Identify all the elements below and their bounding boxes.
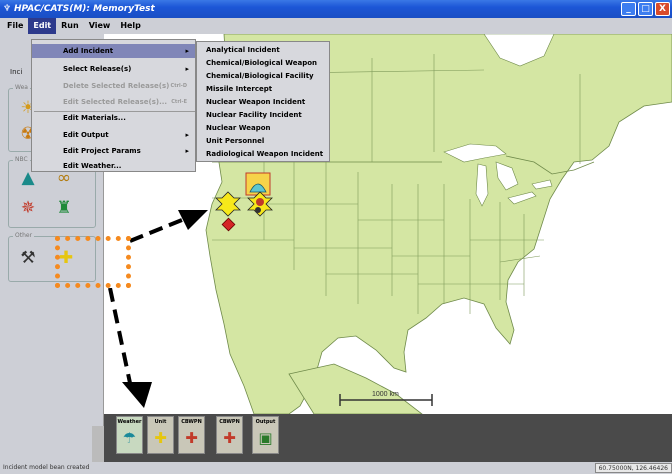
menu-item-edit-weather[interactable]: Edit Weather...	[32, 159, 195, 173]
bottom-unit-button[interactable]: Unit ✚	[147, 416, 174, 454]
minimize-button[interactable]: _	[621, 2, 636, 16]
app-icon: ♆	[3, 4, 12, 14]
edit-menu: Add Incident ▸ Select Release(s) ▸ Delete …	[31, 39, 196, 172]
menu-item-edit-project-params[interactable]: Edit Project Params ▸	[32, 144, 195, 158]
panel-label: Inci	[10, 68, 23, 76]
bottom-cbwpn-button-2[interactable]: CBWPN ✚	[216, 416, 243, 454]
submenu-chem-bio-facility[interactable]: Chemical/Biological Facility	[206, 70, 314, 83]
window-title: HPAC/CATS(M): MemoryTest	[14, 4, 155, 14]
coordinate-readout: 60.75000N, 126.46426	[594, 463, 672, 473]
menu-item-edit-releases: Edit Selected Release(s)... Ctrl-E	[63, 98, 187, 106]
maximize-button[interactable]: □	[638, 2, 653, 16]
submenu-analytical-incident[interactable]: Analytical Incident	[206, 44, 280, 57]
submenu-missile-intercept[interactable]: Missile Intercept	[206, 83, 272, 96]
output-strip: Weather ☂ Unit ✚ CBWPN ✚ CBWPN ✚ Output …	[104, 414, 672, 462]
app-window: ♆ HPAC/CATS(M): MemoryTest _ □ X File Ed…	[0, 0, 672, 474]
output-icon: ▣	[258, 429, 273, 447]
submenu-chem-bio-weapon[interactable]: Chemical/Biological Weapon	[206, 57, 317, 70]
highlight-annotation	[55, 236, 131, 288]
submenu-unit-personnel[interactable]: Unit Personnel	[206, 135, 264, 148]
tools-icon[interactable]: ⚒	[17, 247, 39, 269]
menu-item-delete-releases: Delete Selected Release(s) Ctrl-D	[63, 82, 187, 90]
submenu-nuclear-weapon-incident[interactable]: Nuclear Weapon Incident	[206, 96, 305, 109]
bottom-weather-button[interactable]: Weather ☂	[116, 416, 143, 454]
annotation-arrow-down	[108, 288, 152, 408]
status-message: Incident model bean created	[3, 464, 90, 471]
menu-file[interactable]: File	[2, 18, 28, 34]
menu-item-add-incident[interactable]: Add Incident ▸	[32, 44, 195, 58]
panel-scrollbar[interactable]	[92, 426, 104, 462]
menu-help[interactable]: Help	[115, 18, 146, 34]
weather-icon: ☂	[122, 429, 137, 447]
title-bar: ♆ HPAC/CATS(M): MemoryTest _ □ X	[0, 0, 672, 18]
close-button[interactable]: X	[655, 2, 670, 16]
submenu-nuclear-weapon[interactable]: Nuclear Weapon	[206, 122, 271, 135]
menu-item-edit-output[interactable]: Edit Output ▸	[32, 128, 195, 142]
cbwpn-icon: ✚	[185, 429, 198, 447]
cbwpn-icon: ✚	[223, 429, 236, 447]
satellite-icon[interactable]: ✵	[17, 197, 39, 219]
terrain-marker-icon[interactable]	[245, 172, 271, 196]
status-bar: Incident model bean created 60.75000N, 1…	[0, 462, 672, 474]
menu-item-select-releases[interactable]: Select Release(s) ▸	[32, 62, 195, 76]
facility-icon[interactable]: ♜	[53, 197, 75, 219]
submenu-radiological-weapon-incident[interactable]: Radiological Weapon Incident	[206, 148, 323, 161]
menu-item-edit-materials[interactable]: Edit Materials...	[32, 111, 195, 125]
menu-edit[interactable]: Edit	[28, 18, 57, 34]
add-incident-submenu: Analytical Incident Chemical/Biological …	[196, 41, 330, 162]
menu-view[interactable]: View	[84, 18, 116, 34]
menu-bar: File Edit Run View Help	[0, 18, 672, 34]
bottom-cbwpn-button-1[interactable]: CBWPN ✚	[178, 416, 205, 454]
scale-label: 1000 km	[372, 391, 399, 398]
bottom-output-button[interactable]: Output ▣	[252, 416, 279, 454]
submenu-nuclear-facility-incident[interactable]: Nuclear Facility Incident	[206, 109, 302, 122]
unit-icon: ✚	[154, 429, 167, 447]
menu-run[interactable]: Run	[56, 18, 84, 34]
